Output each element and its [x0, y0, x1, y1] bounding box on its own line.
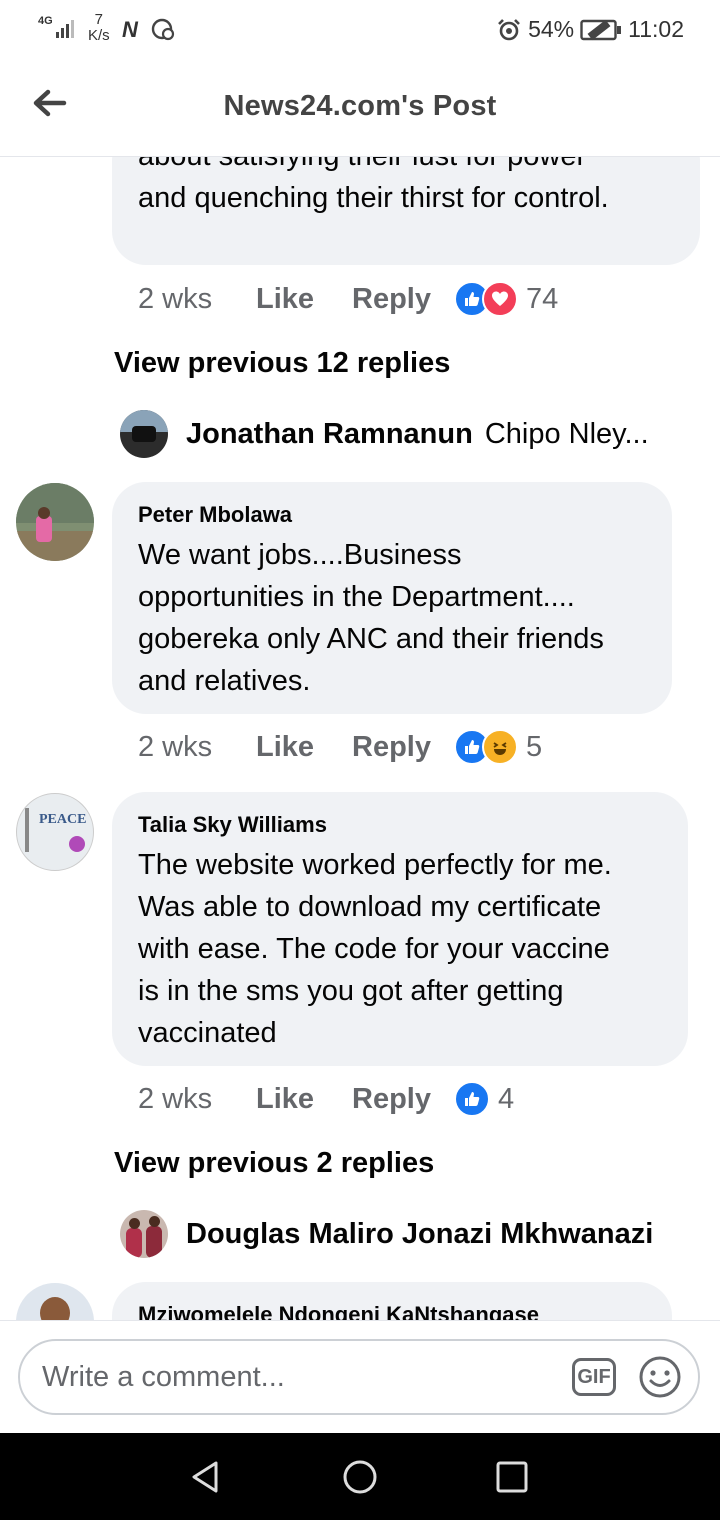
like-button[interactable]: Like — [256, 731, 352, 764]
comment-author[interactable]: Peter Mbolawa — [138, 502, 604, 528]
view-previous-replies[interactable]: View previous 12 replies — [114, 347, 450, 380]
comment-actions: 2 wks Like Reply 74 — [138, 281, 558, 317]
network-speed: 7 K/s — [88, 11, 110, 44]
reaction-count: 74 — [526, 282, 559, 315]
comment-text: The website worked perfectly for me. Was… — [138, 849, 612, 1049]
avatar — [120, 410, 168, 458]
nav-home-icon[interactable] — [342, 1459, 378, 1495]
comment-composer: Write a comment... GIF — [0, 1320, 720, 1434]
reply-author: Douglas Maliro Jonazi Mkhwanazi — [186, 1217, 654, 1250]
reaction-summary[interactable]: 74 — [454, 281, 558, 317]
comment-author[interactable]: Mziwomelele Ndongeni KaNtshangase — [138, 1302, 539, 1320]
haha-reaction-icon — [482, 729, 518, 765]
alarm-icon — [498, 18, 521, 40]
comment-bubble[interactable]: Talia Sky Williams The website worked pe… — [112, 792, 688, 1066]
gif-button[interactable]: GIF — [572, 1358, 616, 1396]
battery-percent: 54% — [528, 16, 575, 42]
avatar[interactable]: PEACE — [16, 793, 94, 871]
comment-text: about satisfying their lust for power an… — [138, 157, 609, 214]
comment-time[interactable]: 2 wks — [138, 1083, 256, 1116]
comment-actions: 2 wks Like Reply 5 — [138, 729, 542, 765]
comment-time[interactable]: 2 wks — [138, 283, 256, 316]
reaction-count: 4 — [498, 1082, 515, 1115]
reply-author: Jonathan Ramnanun — [186, 417, 473, 450]
avatar[interactable] — [16, 483, 94, 561]
comment-author[interactable]: Talia Sky Williams — [138, 812, 612, 838]
comment-placeholder: Write a comment... — [42, 1361, 285, 1393]
reaction-count: 5 — [526, 730, 543, 763]
comment-text: We want jobs....Business opportunities i… — [138, 539, 604, 697]
avatar — [120, 1210, 168, 1258]
reply-preview-text: Chipo Nley... — [484, 417, 649, 450]
view-previous-replies[interactable]: View previous 2 replies — [114, 1147, 434, 1180]
comment-actions: 2 wks Like Reply 4 — [138, 1081, 514, 1117]
clock: 11:02 — [628, 16, 684, 42]
comment-bubble[interactable]: Mziwomelele Ndongeni KaNtshangase — [112, 1282, 672, 1320]
smiley-icon[interactable] — [638, 1355, 682, 1399]
like-button[interactable]: Like — [256, 283, 352, 316]
comment-feed[interactable]: about satisfying their lust for power an… — [0, 157, 720, 1320]
reply-button[interactable]: Reply — [352, 1083, 454, 1116]
comment-time[interactable]: 2 wks — [138, 731, 256, 764]
like-reaction-icon — [454, 1081, 490, 1117]
battery-icon — [580, 19, 622, 40]
status-right: 54% 11:02 — [496, 16, 684, 43]
chat-notification-icon — [151, 18, 175, 41]
reaction-summary[interactable]: 4 — [454, 1081, 514, 1117]
avatar[interactable] — [16, 1283, 94, 1320]
status-bar: 4G 7 K/s N 54% 11:02 — [0, 0, 720, 62]
comment-bubble[interactable]: about satisfying their lust for power an… — [112, 157, 700, 265]
love-reaction-icon — [482, 281, 518, 317]
comment-bubble[interactable]: Peter Mbolawa We want jobs....Business o… — [112, 482, 672, 714]
system-nav-bar — [0, 1433, 720, 1520]
page-title: News24.com's Post — [223, 90, 497, 122]
reply-preview[interactable]: Jonathan Ramnanun Chipo Nley... — [120, 410, 649, 458]
reply-button[interactable]: Reply — [352, 283, 454, 316]
post-header: News24.com's Post — [0, 62, 720, 157]
nav-recents-icon[interactable] — [496, 1461, 528, 1493]
nav-back-icon[interactable] — [188, 1459, 224, 1495]
signal-icon — [56, 20, 74, 38]
reaction-summary[interactable]: 5 — [454, 729, 542, 765]
comment-input[interactable]: Write a comment... GIF — [18, 1339, 700, 1415]
network-type: 4G — [38, 15, 53, 27]
reply-button[interactable]: Reply — [352, 731, 454, 764]
carrier-n-icon: N — [122, 17, 138, 42]
like-button[interactable]: Like — [256, 1083, 352, 1116]
reply-preview[interactable]: Douglas Maliro Jonazi Mkhwanazi — [120, 1210, 653, 1258]
